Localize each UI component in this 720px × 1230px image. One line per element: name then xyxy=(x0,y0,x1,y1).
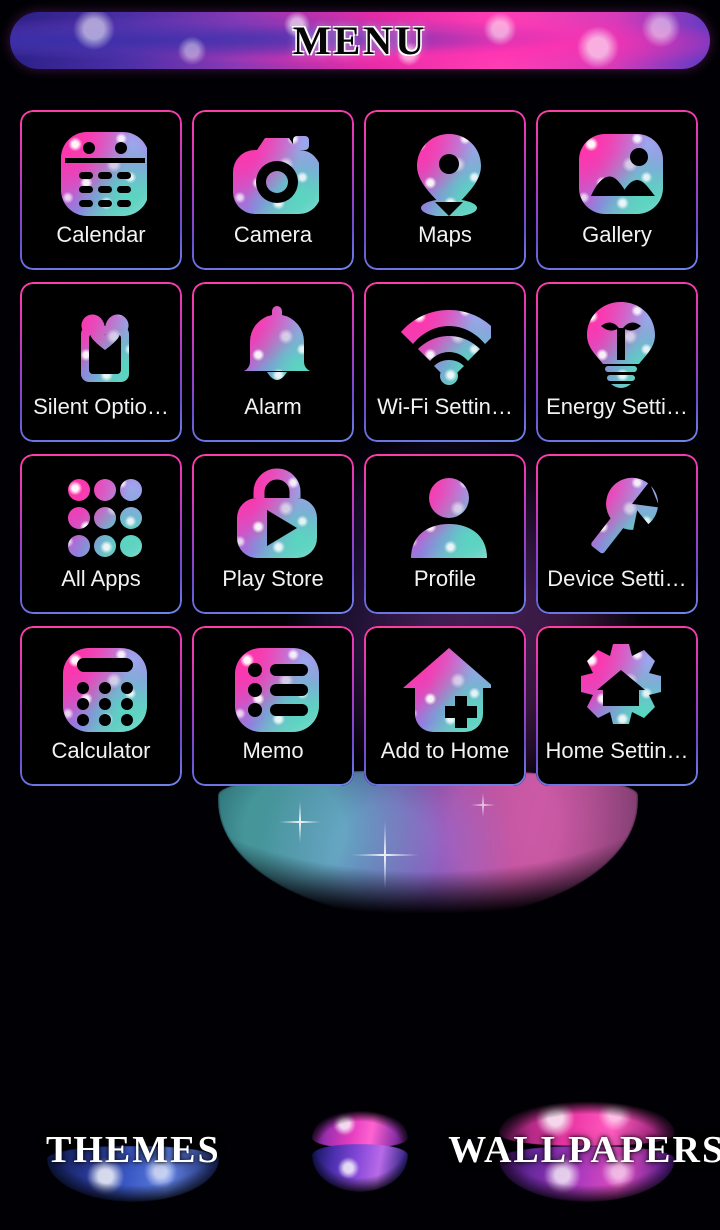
app-tile[interactable]: All Apps xyxy=(20,454,182,614)
lightbulb-icon xyxy=(571,296,663,388)
app-tile-label: Silent Optio… xyxy=(33,394,169,419)
app-tile[interactable]: Wi-Fi Settin… xyxy=(364,282,526,442)
calendar-icon xyxy=(55,124,147,216)
app-tile-label: Alarm xyxy=(244,394,302,419)
gallery-icon xyxy=(571,124,663,216)
app-tile[interactable]: Gallery xyxy=(536,110,698,270)
app-tile[interactable]: Device Setti… xyxy=(536,454,698,614)
app-tile-label: Energy Setti… xyxy=(546,394,688,419)
app-tile[interactable]: Play Store xyxy=(192,454,354,614)
app-tile-label: Home Settin… xyxy=(545,738,689,763)
camera-icon xyxy=(227,124,319,216)
app-tile[interactable]: Calculator xyxy=(20,626,182,786)
silent-options-icon xyxy=(55,296,147,388)
wallpaper-lip-shape xyxy=(218,770,638,920)
play-store-bag-icon xyxy=(227,468,319,560)
app-tile[interactable]: Memo xyxy=(192,626,354,786)
app-tile[interactable]: Camera xyxy=(192,110,354,270)
themes-label: THEMES xyxy=(46,1129,221,1171)
gear-house-icon xyxy=(571,640,663,732)
app-grid-icon xyxy=(55,468,147,560)
person-icon xyxy=(399,468,491,560)
app-tile-label: Device Setti… xyxy=(547,566,687,591)
menu-header-bar: MENU xyxy=(10,12,710,69)
app-tile-label: Camera xyxy=(233,222,313,247)
wallpapers-button[interactable]: WALLPAPERS xyxy=(448,1085,720,1215)
lips-center-button[interactable] xyxy=(280,1085,440,1215)
app-tile[interactable]: Silent Optio… xyxy=(20,282,182,442)
app-tile[interactable]: Calendar xyxy=(20,110,182,270)
app-tile-label: Calculator xyxy=(51,738,151,763)
app-tile-label: Calendar xyxy=(56,222,146,247)
calculator-icon xyxy=(55,640,147,732)
app-tile-label: Play Store xyxy=(222,566,324,591)
app-tile[interactable]: Maps xyxy=(364,110,526,270)
house-plus-icon xyxy=(399,640,491,732)
map-pin-icon xyxy=(399,124,491,216)
app-tile-label: Add to Home xyxy=(380,738,510,763)
sparkle-icon xyxy=(278,800,322,844)
lips-icon xyxy=(311,1108,408,1192)
sparkle-icon xyxy=(350,820,420,890)
app-tile[interactable]: Alarm xyxy=(192,282,354,442)
app-tile-label: Maps xyxy=(418,222,472,247)
sparkle-icon xyxy=(470,792,496,818)
app-tile-label: Wi-Fi Settin… xyxy=(377,394,513,419)
bell-icon xyxy=(227,296,319,388)
app-tile[interactable]: Add to Home xyxy=(364,626,526,786)
wrench-icon xyxy=(571,468,663,560)
bottom-bar: THEMES WALLPAPERS xyxy=(0,1070,720,1230)
app-tile-label: All Apps xyxy=(61,566,141,591)
app-tile[interactable]: Energy Setti… xyxy=(536,282,698,442)
app-tile-label: Gallery xyxy=(582,222,652,247)
list-memo-icon xyxy=(227,640,319,732)
app-tile-label: Profile xyxy=(413,566,477,591)
themes-button[interactable]: THEMES xyxy=(13,1085,253,1215)
wallpapers-label: WALLPAPERS xyxy=(448,1129,720,1171)
page-title: MENU xyxy=(292,18,428,63)
app-tile-label: Memo xyxy=(242,738,304,763)
app-tile[interactable]: Home Settin… xyxy=(536,626,698,786)
menu-screen: MENU Calendar Camera Maps Gallery Silent… xyxy=(0,0,720,1230)
app-grid: Calendar Camera Maps Gallery Silent Opti… xyxy=(20,110,700,786)
wifi-icon xyxy=(399,296,491,388)
app-tile[interactable]: Profile xyxy=(364,454,526,614)
